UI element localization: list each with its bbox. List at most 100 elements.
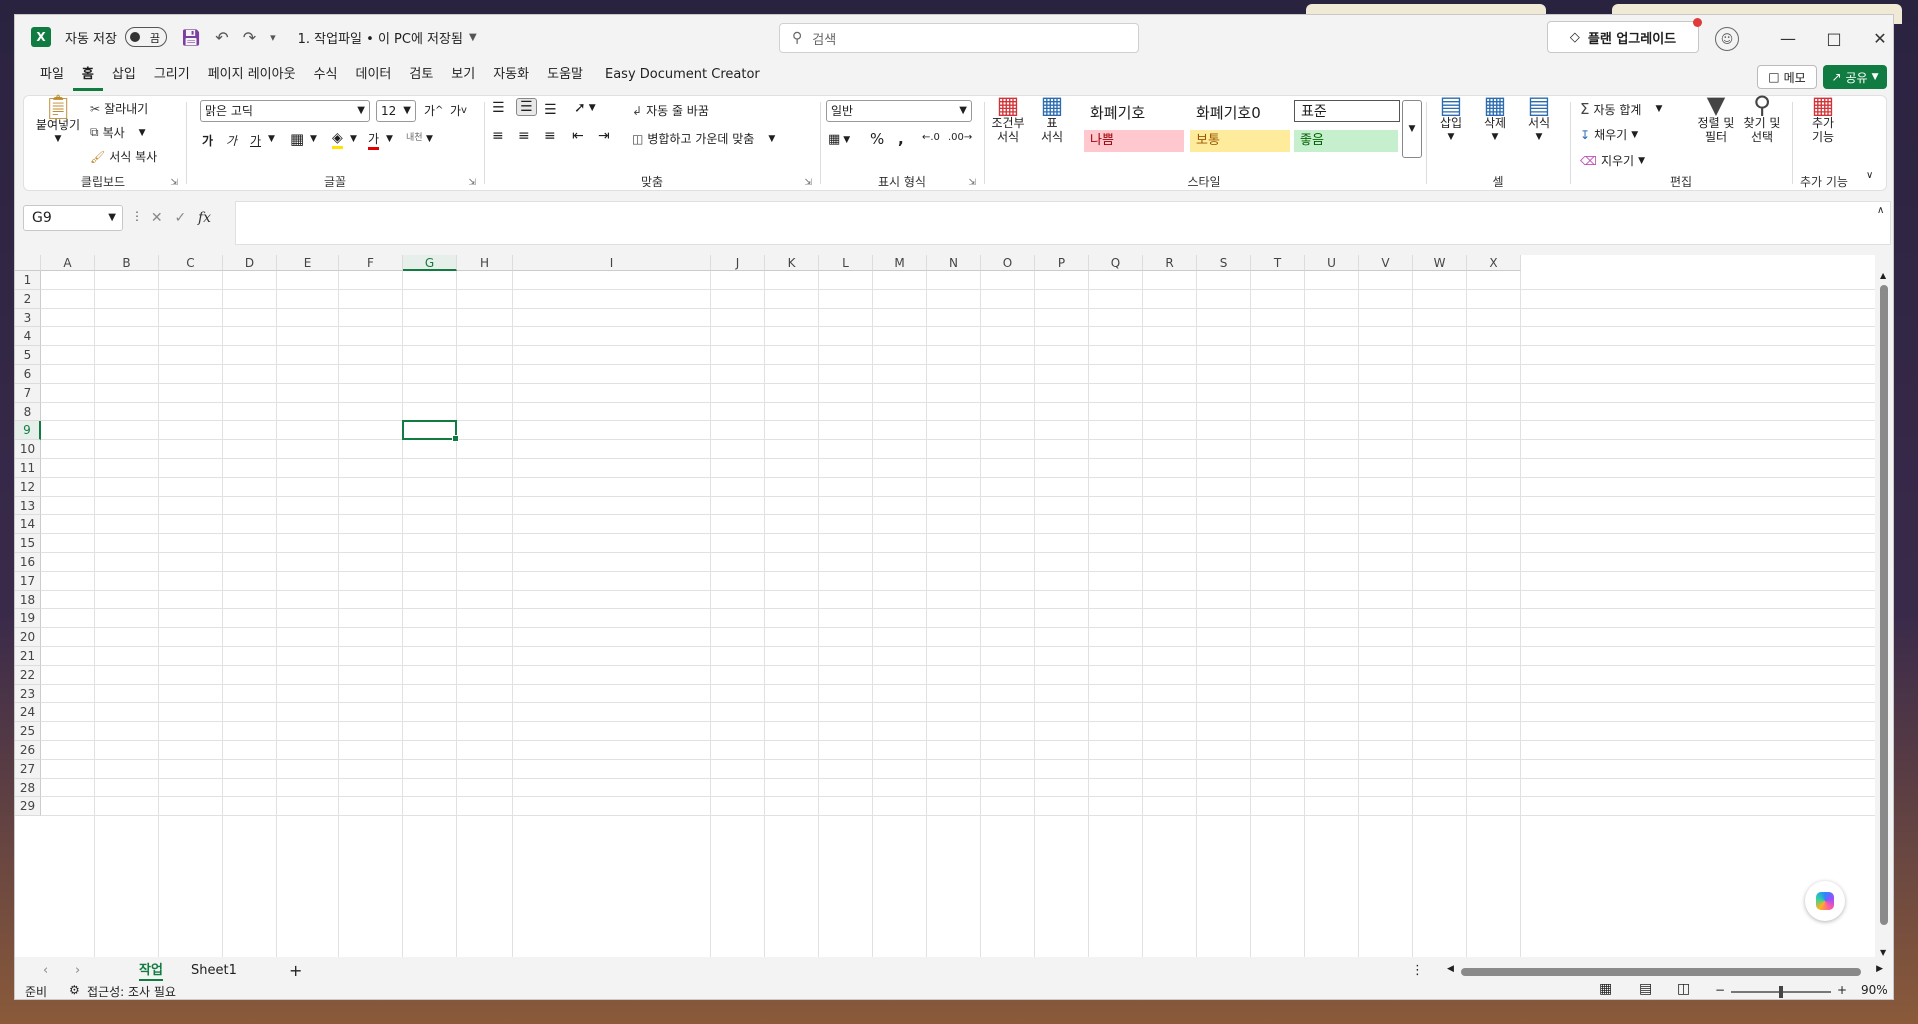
tab-file[interactable]: 파일 [31, 59, 73, 91]
column-header-r[interactable]: R [1143, 255, 1197, 271]
row-header-29[interactable]: 29 [15, 797, 41, 817]
row-header-15[interactable]: 15 [15, 534, 41, 553]
style-bad[interactable]: 나쁨 [1084, 130, 1184, 152]
merge-center-button[interactable]: ◫ 병합하고 가운데 맞춤 ▼ [632, 130, 775, 147]
zoom-slider-thumb[interactable] [1779, 986, 1783, 998]
tab-help[interactable]: 도움말 [538, 59, 592, 91]
decrease-indent-icon[interactable]: ⇤ [572, 128, 584, 144]
row-header-6[interactable]: 6 [15, 365, 41, 384]
horizontal-scrollbar[interactable]: ◀ ▶ [1447, 964, 1883, 977]
row-header-27[interactable]: 27 [15, 759, 41, 779]
font-size-select[interactable]: 12 ▼ [376, 100, 416, 122]
scroll-down-icon[interactable]: ▼ [1880, 948, 1886, 957]
column-header-b[interactable]: B [95, 255, 159, 271]
column-header-q[interactable]: Q [1089, 255, 1143, 271]
minimize-button[interactable]: — [1765, 23, 1811, 53]
save-icon[interactable]: 💾︎ [181, 28, 201, 47]
chevron-down-icon[interactable]: ▼ [426, 134, 433, 144]
add-sheet-icon[interactable]: + [289, 961, 302, 981]
row-header-2[interactable]: 2 [15, 289, 41, 309]
copy-button[interactable]: ⧉ 복사 ▼ [90, 124, 146, 141]
chevron-down-icon[interactable]: ▼ [386, 134, 393, 144]
delete-cells-button[interactable]: ▦ 삭제 ▼ [1474, 93, 1516, 144]
tab-home[interactable]: 홈 [72, 59, 103, 91]
scroll-right-icon[interactable]: ▶ [1876, 964, 1883, 974]
tab-insert[interactable]: 삽입 [103, 59, 145, 91]
row-header-14[interactable]: 14 [15, 515, 41, 535]
underline-icon[interactable]: 가 [250, 132, 261, 149]
row-header-16[interactable]: 16 [15, 553, 41, 572]
column-header-j[interactable]: J [711, 255, 765, 271]
row-header-19[interactable]: 19 [15, 609, 41, 629]
style-normal[interactable]: 표준 [1294, 100, 1400, 122]
tab-draw[interactable]: 그리기 [145, 59, 199, 91]
scroll-left-icon[interactable]: ◀ [1447, 964, 1454, 974]
maximize-button[interactable]: □ [1811, 23, 1857, 53]
tab-view[interactable]: 보기 [442, 59, 484, 91]
chevron-down-icon[interactable]: ▼ [469, 32, 477, 43]
undo-icon[interactable]: ↶ [215, 28, 228, 47]
column-header-g[interactable]: G [403, 255, 457, 271]
italic-icon[interactable]: 가 [226, 132, 237, 149]
row-header-13[interactable]: 13 [15, 496, 41, 516]
accessibility-icon[interactable]: ⚙ [69, 983, 80, 997]
align-middle-icon[interactable]: ☰ [516, 98, 537, 116]
align-top-icon[interactable]: ☰ [492, 100, 505, 116]
normal-view-icon[interactable]: ▦ [1599, 981, 1612, 997]
insert-cells-button[interactable]: ▤ 삽입 ▼ [1430, 93, 1472, 144]
increase-indent-icon[interactable]: ⇥ [598, 128, 610, 144]
format-as-table-button[interactable]: ▦ 표 서식 [1032, 93, 1072, 144]
row-header-11[interactable]: 11 [15, 459, 41, 478]
clear-button[interactable]: ⌫ 지우기 ▼ [1580, 152, 1645, 169]
styles-more-icon[interactable]: ▼ [1402, 100, 1422, 158]
row-header-22[interactable]: 22 [15, 665, 41, 685]
align-left-icon[interactable]: ≡ [492, 128, 504, 144]
prev-sheet-icon[interactable]: ‹ [43, 961, 48, 981]
select-all-corner[interactable] [15, 255, 41, 271]
font-color-icon[interactable]: 가 [368, 130, 380, 150]
dialog-launcher-icon[interactable]: ⇲ [968, 178, 976, 188]
chevron-down-icon[interactable]: ▼ [310, 134, 317, 144]
column-header-n[interactable]: N [927, 255, 981, 271]
zoom-in-icon[interactable]: + [1837, 983, 1847, 997]
addins-button[interactable]: ▦ 추가 기능 [1798, 93, 1848, 144]
align-bottom-icon[interactable]: ☰ [544, 102, 557, 118]
column-header-t[interactable]: T [1251, 255, 1305, 271]
chevron-down-icon[interactable]: ▼ [350, 134, 357, 144]
format-cells-button[interactable]: ▤ 서식 ▼ [1518, 93, 1560, 144]
increase-decimal-icon[interactable]: ←.0 [922, 132, 940, 143]
percent-icon[interactable]: % [870, 130, 884, 148]
sort-filter-button[interactable]: ▼ 정렬 및 필터 [1694, 93, 1738, 144]
column-header-h[interactable]: H [457, 255, 513, 271]
font-name-select[interactable]: 맑은 고딕 ▼ [200, 100, 370, 122]
page-break-view-icon[interactable]: ◫ [1677, 981, 1690, 997]
zoom-level[interactable]: 90% [1861, 983, 1888, 997]
row-header-26[interactable]: 26 [15, 741, 41, 760]
column-header-f[interactable]: F [339, 255, 403, 271]
autosum-button[interactable]: Σ 자동 합계 ▼ [1580, 100, 1662, 118]
search-box[interactable]: ⚲ 검색 [779, 23, 1139, 53]
row-header-1[interactable]: 1 [15, 271, 41, 290]
redo-icon[interactable]: ↷ [243, 28, 256, 47]
paste-button[interactable]: 📋︎ 붙여넣기 ▼ [30, 95, 86, 146]
accessibility-status[interactable]: 접근성: 조사 필요 [87, 983, 176, 999]
memo-button[interactable]: □ 메모 [1757, 65, 1817, 89]
column-header-v[interactable]: V [1359, 255, 1413, 271]
column-header-s[interactable]: S [1197, 255, 1251, 271]
row-header-21[interactable]: 21 [15, 647, 41, 666]
column-header-p[interactable]: P [1035, 255, 1089, 271]
row-header-9[interactable]: 9 [15, 421, 41, 441]
accounting-format-icon[interactable]: ▦ ▼ [828, 132, 850, 147]
row-header-23[interactable]: 23 [15, 684, 41, 704]
tab-automate[interactable]: 자동화 [484, 59, 538, 91]
selected-cell[interactable] [402, 420, 459, 442]
sheet-tab-work[interactable]: 작업 [139, 961, 163, 981]
phonetic-guide-icon[interactable]: 내천 [406, 130, 423, 143]
style-good[interactable]: 좋음 [1294, 130, 1398, 152]
column-header-d[interactable]: D [223, 255, 277, 271]
cancel-icon[interactable]: ✕ [151, 210, 163, 226]
tab-data[interactable]: 데이터 [346, 59, 400, 91]
row-header-18[interactable]: 18 [15, 590, 41, 610]
column-header-a[interactable]: A [41, 255, 95, 271]
orientation-icon[interactable]: ➚ ▼ [574, 100, 596, 116]
